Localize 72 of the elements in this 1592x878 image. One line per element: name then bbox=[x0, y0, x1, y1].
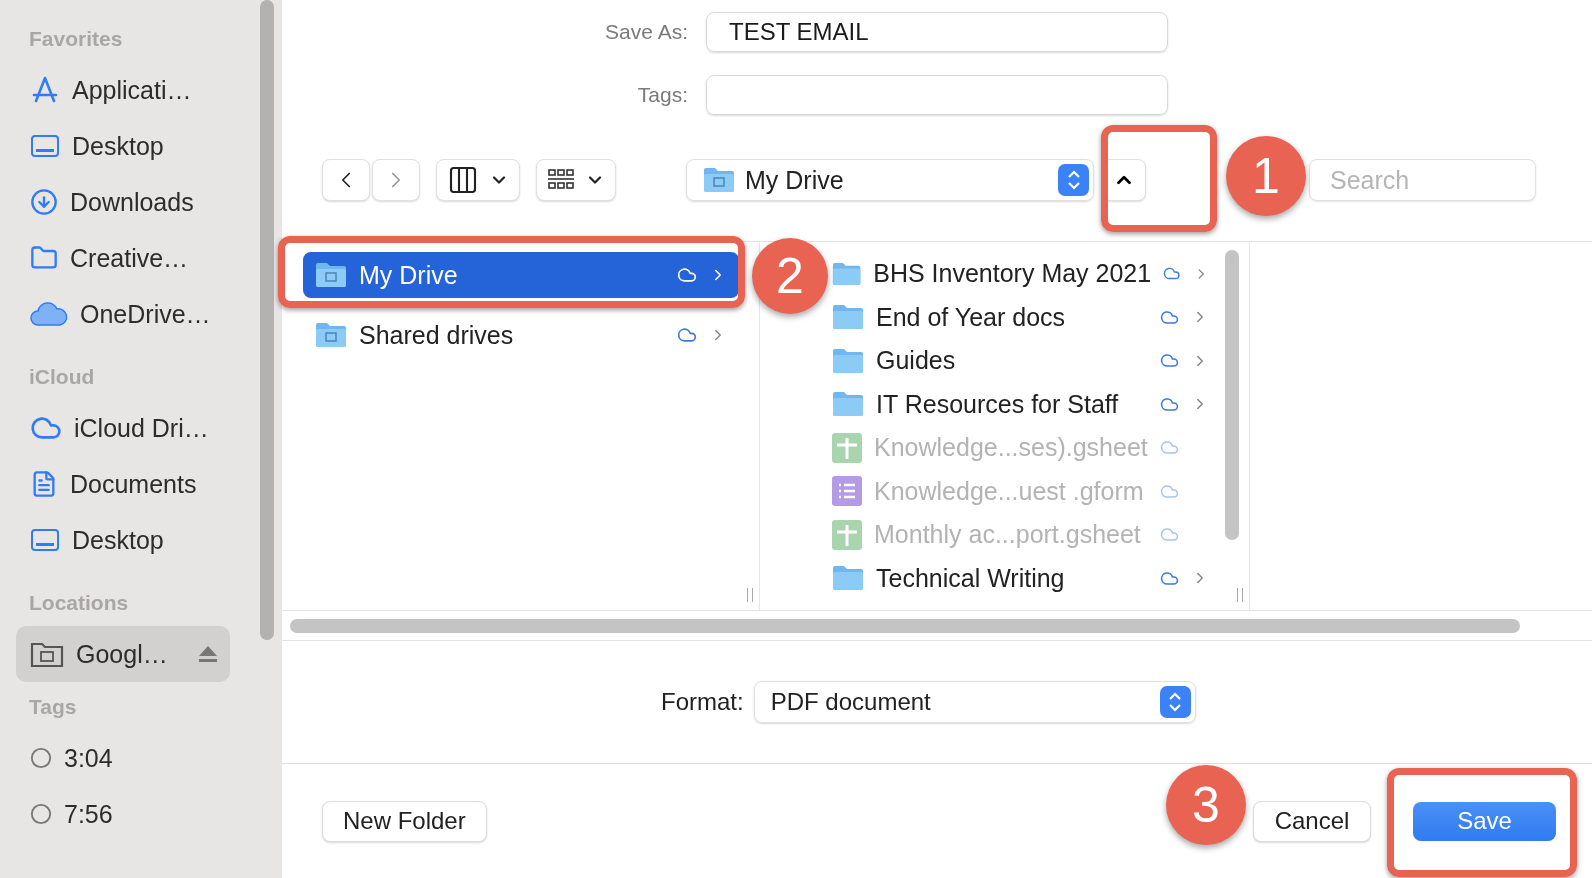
save-as-field[interactable]: TEST EMAIL bbox=[706, 12, 1168, 52]
column-resize-handle[interactable] bbox=[1237, 588, 1243, 602]
tag-circle-icon bbox=[30, 747, 52, 769]
sidebar-item[interactable]: 7:56 bbox=[16, 786, 230, 842]
sidebar-item[interactable]: Desktop bbox=[16, 512, 230, 568]
folder-icon bbox=[30, 244, 58, 272]
folder-icon bbox=[832, 347, 864, 374]
desktop-icon bbox=[30, 527, 60, 553]
column-resize-handle[interactable] bbox=[747, 588, 753, 602]
format-popup[interactable]: PDF document bbox=[753, 681, 1196, 723]
folder-icon bbox=[832, 391, 864, 418]
save-button[interactable]: Save bbox=[1413, 801, 1556, 841]
drive-folder-icon bbox=[30, 640, 64, 668]
view-mode-button[interactable] bbox=[436, 159, 520, 201]
sidebar-item[interactable]: Applicati… bbox=[16, 62, 230, 118]
sidebar-item[interactable]: iCloud Dri… bbox=[16, 400, 230, 456]
drive-row[interactable]: Shared drives bbox=[303, 312, 739, 358]
location-popup[interactable]: My Drive bbox=[686, 159, 1094, 201]
tag-circle-icon bbox=[30, 803, 52, 825]
drive-folder-icon bbox=[315, 322, 347, 348]
format-label: Format: bbox=[661, 688, 744, 716]
folder-icon bbox=[832, 304, 864, 331]
sidebar-item[interactable]: Creative… bbox=[16, 230, 230, 286]
scrollbar[interactable] bbox=[290, 618, 1520, 633]
file-row[interactable]: IT Resources for Staff bbox=[832, 382, 1249, 426]
form-icon bbox=[832, 476, 862, 507]
section-title: Locations bbox=[28, 590, 130, 616]
step-number: 3 bbox=[1166, 765, 1246, 845]
sidebar-item[interactable]: 3:04 bbox=[16, 730, 230, 786]
spreadsheet-icon bbox=[832, 519, 862, 550]
spreadsheet-icon bbox=[832, 432, 862, 463]
back-button[interactable] bbox=[322, 159, 370, 201]
file-row[interactable]: End of Year docs bbox=[832, 295, 1249, 339]
grid-icon bbox=[547, 168, 575, 192]
eject-icon[interactable] bbox=[197, 645, 218, 663]
sidebar-item[interactable]: Googl… bbox=[16, 626, 230, 682]
drive-row[interactable]: My Drive bbox=[303, 252, 739, 298]
save-as-label: Save As: bbox=[604, 20, 688, 44]
file-row[interactable]: BHS Inventory May 2021 bbox=[832, 252, 1249, 296]
sidebar-item[interactable]: Downloads bbox=[16, 174, 230, 230]
sidebar-item[interactable]: OneDrive… bbox=[16, 286, 230, 342]
drive-folder-icon bbox=[315, 262, 347, 288]
folder-icon bbox=[832, 260, 862, 287]
desktop-icon bbox=[30, 133, 60, 159]
section-title: Tags bbox=[28, 694, 78, 720]
cloud-icon bbox=[677, 325, 697, 345]
section-title: Favorites bbox=[28, 26, 124, 52]
group-button[interactable] bbox=[536, 159, 616, 201]
file-row[interactable]: Guides bbox=[832, 339, 1249, 383]
columns-icon bbox=[447, 164, 479, 196]
tags-label: Tags: bbox=[636, 83, 688, 107]
stepper-icon bbox=[1058, 164, 1089, 196]
new-folder-button[interactable]: New Folder bbox=[322, 800, 487, 842]
step-number: 1 bbox=[1226, 136, 1306, 216]
search-field[interactable]: Search bbox=[1309, 159, 1536, 201]
file-row[interactable]: Technical Writing bbox=[832, 556, 1249, 600]
tags-field[interactable] bbox=[706, 75, 1168, 115]
sidebar-item[interactable]: Documents bbox=[16, 456, 230, 512]
cloud-icon bbox=[30, 301, 68, 327]
app-store-icon bbox=[30, 75, 60, 105]
scrollbar[interactable] bbox=[260, 0, 274, 640]
stepper-icon bbox=[1159, 686, 1191, 718]
sidebar-item[interactable]: Desktop bbox=[16, 118, 230, 174]
folder-icon bbox=[832, 565, 864, 592]
cancel-button[interactable]: Cancel bbox=[1253, 800, 1371, 842]
cloud-icon bbox=[677, 265, 697, 285]
drive-folder-icon bbox=[703, 167, 735, 193]
step-number: 2 bbox=[752, 238, 828, 314]
forward-button[interactable] bbox=[372, 159, 420, 201]
scrollbar[interactable] bbox=[1225, 250, 1239, 540]
section-title: iCloud bbox=[28, 364, 96, 390]
download-icon bbox=[30, 188, 58, 216]
